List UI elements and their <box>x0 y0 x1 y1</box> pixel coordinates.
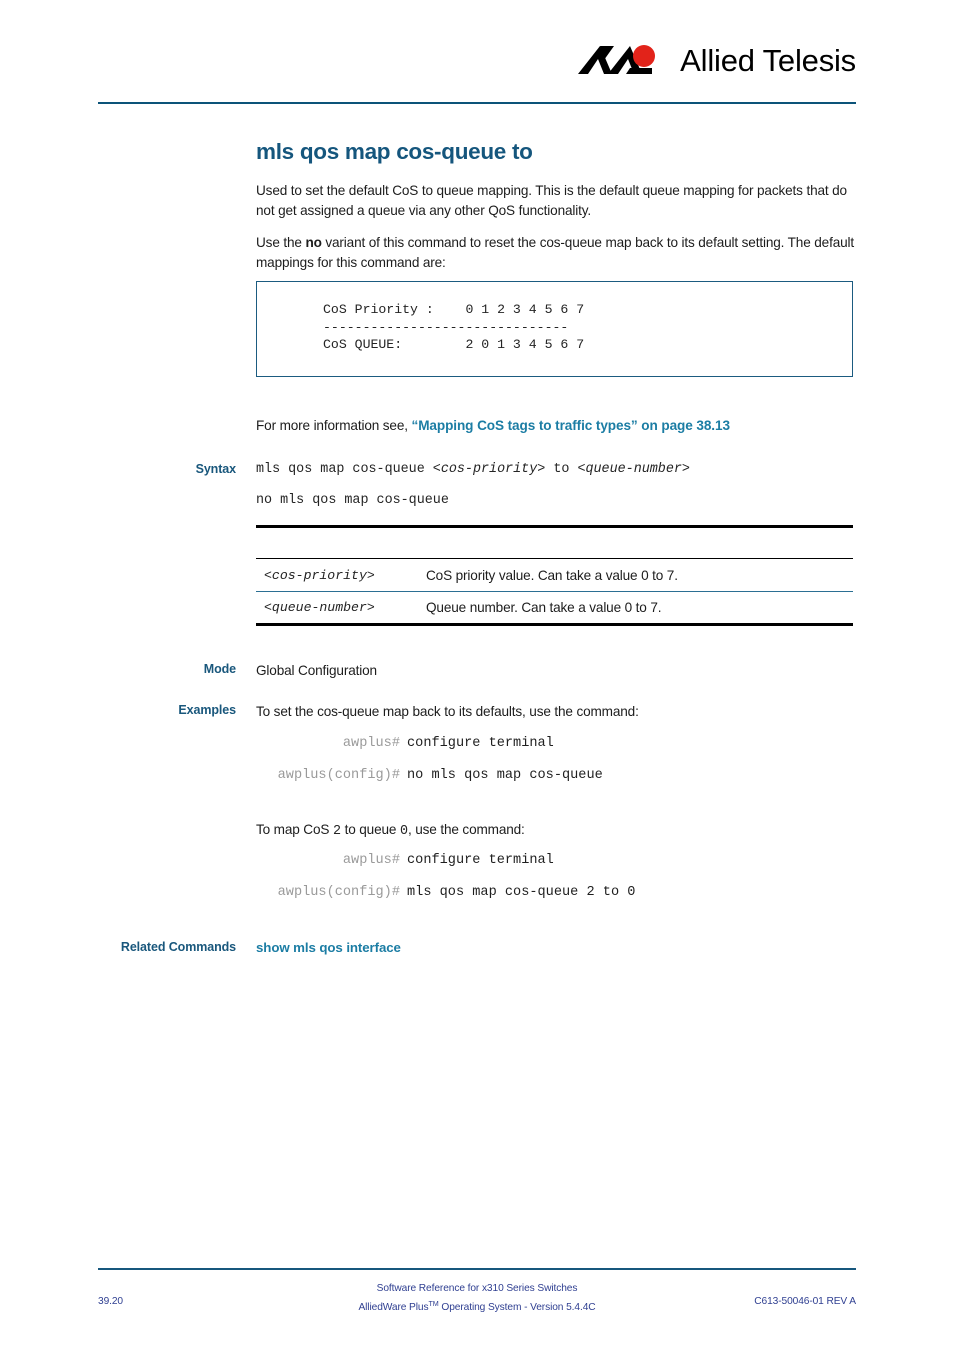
cli-prompt: awplus# <box>342 736 400 751</box>
cli-command: mls qos map cos-queue 2 to 0 <box>407 885 636 900</box>
footer-page-number: 39.20 <box>98 1296 123 1307</box>
mode-label: Mode <box>203 662 236 676</box>
example-1-command-line-1: awplus# configure terminal <box>256 736 856 751</box>
page-footer: Software Reference for x310 Series Switc… <box>98 1281 856 1315</box>
syntax-line-2: no mls qos map cos-queue <box>256 493 449 508</box>
example-2-command-line-1: awplus# configure terminal <box>256 853 856 868</box>
example-2-command-line-2: awplus(config)# mls qos map cos-queue 2 t… <box>256 885 856 900</box>
footer-product-name: AlliedWare Plus <box>358 1302 429 1313</box>
no-variant-paragraph: Use the no variant of this command to re… <box>256 233 856 272</box>
default-mapping-code-box: CoS Priority : 0 1 2 3 4 5 6 7 ---------… <box>256 281 853 377</box>
footer-document-id: C613-50046-01 REV A <box>754 1296 856 1307</box>
mapping-cos-tags-link[interactable]: “Mapping CoS tags to traffic types” on p… <box>412 418 730 433</box>
example-2-queue-value: 0 <box>399 824 408 839</box>
example-1-intro-block: To set the cos-queue map back to its def… <box>256 702 856 722</box>
intro-paragraph-block: Used to set the default CoS to queue map… <box>256 181 856 220</box>
intro-paragraph: Used to set the default CoS to queue map… <box>256 183 847 218</box>
page-title: mls qos map cos-queue to <box>256 139 533 164</box>
related-commands-list: show mls qos interface <box>256 939 856 957</box>
parameter-name: <cos-priority> <box>264 568 375 583</box>
footer-rule <box>98 1268 856 1270</box>
related-commands-label: Related Commands <box>120 940 236 954</box>
brand-logo: Allied Telesis <box>578 36 856 86</box>
example-2-cos-value: 2 <box>332 824 341 839</box>
example-2-intro-suffix: , use the command: <box>408 822 525 837</box>
default-mapping-code: CoS Priority : 0 1 2 3 4 5 6 7 ---------… <box>323 302 585 352</box>
cli-command: configure terminal <box>407 853 554 868</box>
related-command-link-show-mls-qos-interface[interactable]: show mls qos interface <box>256 940 401 955</box>
cli-prompt: awplus# <box>342 853 400 868</box>
footer-version-line: AlliedWare PlusTM Operating System - Ver… <box>98 1296 856 1315</box>
no-variant-paragraph-block: Use the no variant of this command to re… <box>256 233 856 272</box>
table-row: <queue-number> Queue number. Can take a … <box>256 592 853 623</box>
parameter-name: <queue-number> <box>264 600 375 615</box>
footer-os-version: Operating System - Version 5.4.4C <box>438 1302 596 1313</box>
syntax-line-1: mls qos map cos-queue <cos-priority> to … <box>256 462 856 477</box>
cli-prompt: awplus(config)# <box>277 768 400 783</box>
example-2-intro: To map CoS 2 to queue 0, use the command… <box>256 820 856 842</box>
no-variant-prefix: Use the <box>256 235 306 250</box>
parameter-description: CoS priority value. Can take a value 0 t… <box>426 568 678 583</box>
no-keyword: no <box>305 235 322 250</box>
parameter-description: Queue number. Can take a value 0 to 7. <box>426 600 662 615</box>
footer-trademark-mark: TM <box>428 1299 439 1308</box>
cli-command: configure terminal <box>407 736 554 751</box>
mode-value-block: Global Configuration <box>256 661 856 681</box>
allied-telesis-chevron-mark <box>578 44 670 78</box>
examples-label: Examples <box>178 703 236 717</box>
header-rule <box>98 102 856 104</box>
more-information-line: For more information see, “Mapping CoS t… <box>256 418 730 433</box>
parameter-table-top-rule <box>256 558 853 560</box>
example-1-command-line-2: awplus(config)# no mls qos map cos-queue <box>256 768 856 783</box>
example-2-intro-prefix: To map CoS <box>256 822 333 837</box>
syntax-prefix: mls qos map cos-queue < <box>256 462 441 477</box>
example-2-intro-middle: to queue <box>340 822 400 837</box>
table-row: <cos-priority> CoS priority value. Can t… <box>256 560 853 591</box>
syntax-label: Syntax <box>195 462 237 476</box>
syntax-param-cos-priority: cos-priority <box>440 462 538 477</box>
example-2-intro-block: To map CoS 2 to queue 0, use the command… <box>256 820 856 842</box>
mode-value: Global Configuration <box>256 663 377 678</box>
footer-center-block: Software Reference for x310 Series Switc… <box>98 1281 856 1315</box>
syntax-middle: > to < <box>537 462 586 477</box>
syntax-suffix: > <box>681 462 690 477</box>
example-1-intro: To set the cos-queue map back to its def… <box>256 704 639 719</box>
syntax-bottom-rule <box>256 525 853 529</box>
more-information-prefix: For more information see, <box>256 418 412 433</box>
parameter-table-bottom-rule <box>256 623 853 627</box>
brand-logo-text: Allied Telesis <box>680 43 856 78</box>
cli-command: no mls qos map cos-queue <box>407 768 603 783</box>
no-variant-suffix: variant of this command to reset the cos… <box>256 235 855 270</box>
syntax-param-queue-number: queue-number <box>585 462 682 477</box>
footer-title-line: Software Reference for x310 Series Switc… <box>376 1283 578 1294</box>
cli-prompt: awplus(config)# <box>277 885 400 900</box>
